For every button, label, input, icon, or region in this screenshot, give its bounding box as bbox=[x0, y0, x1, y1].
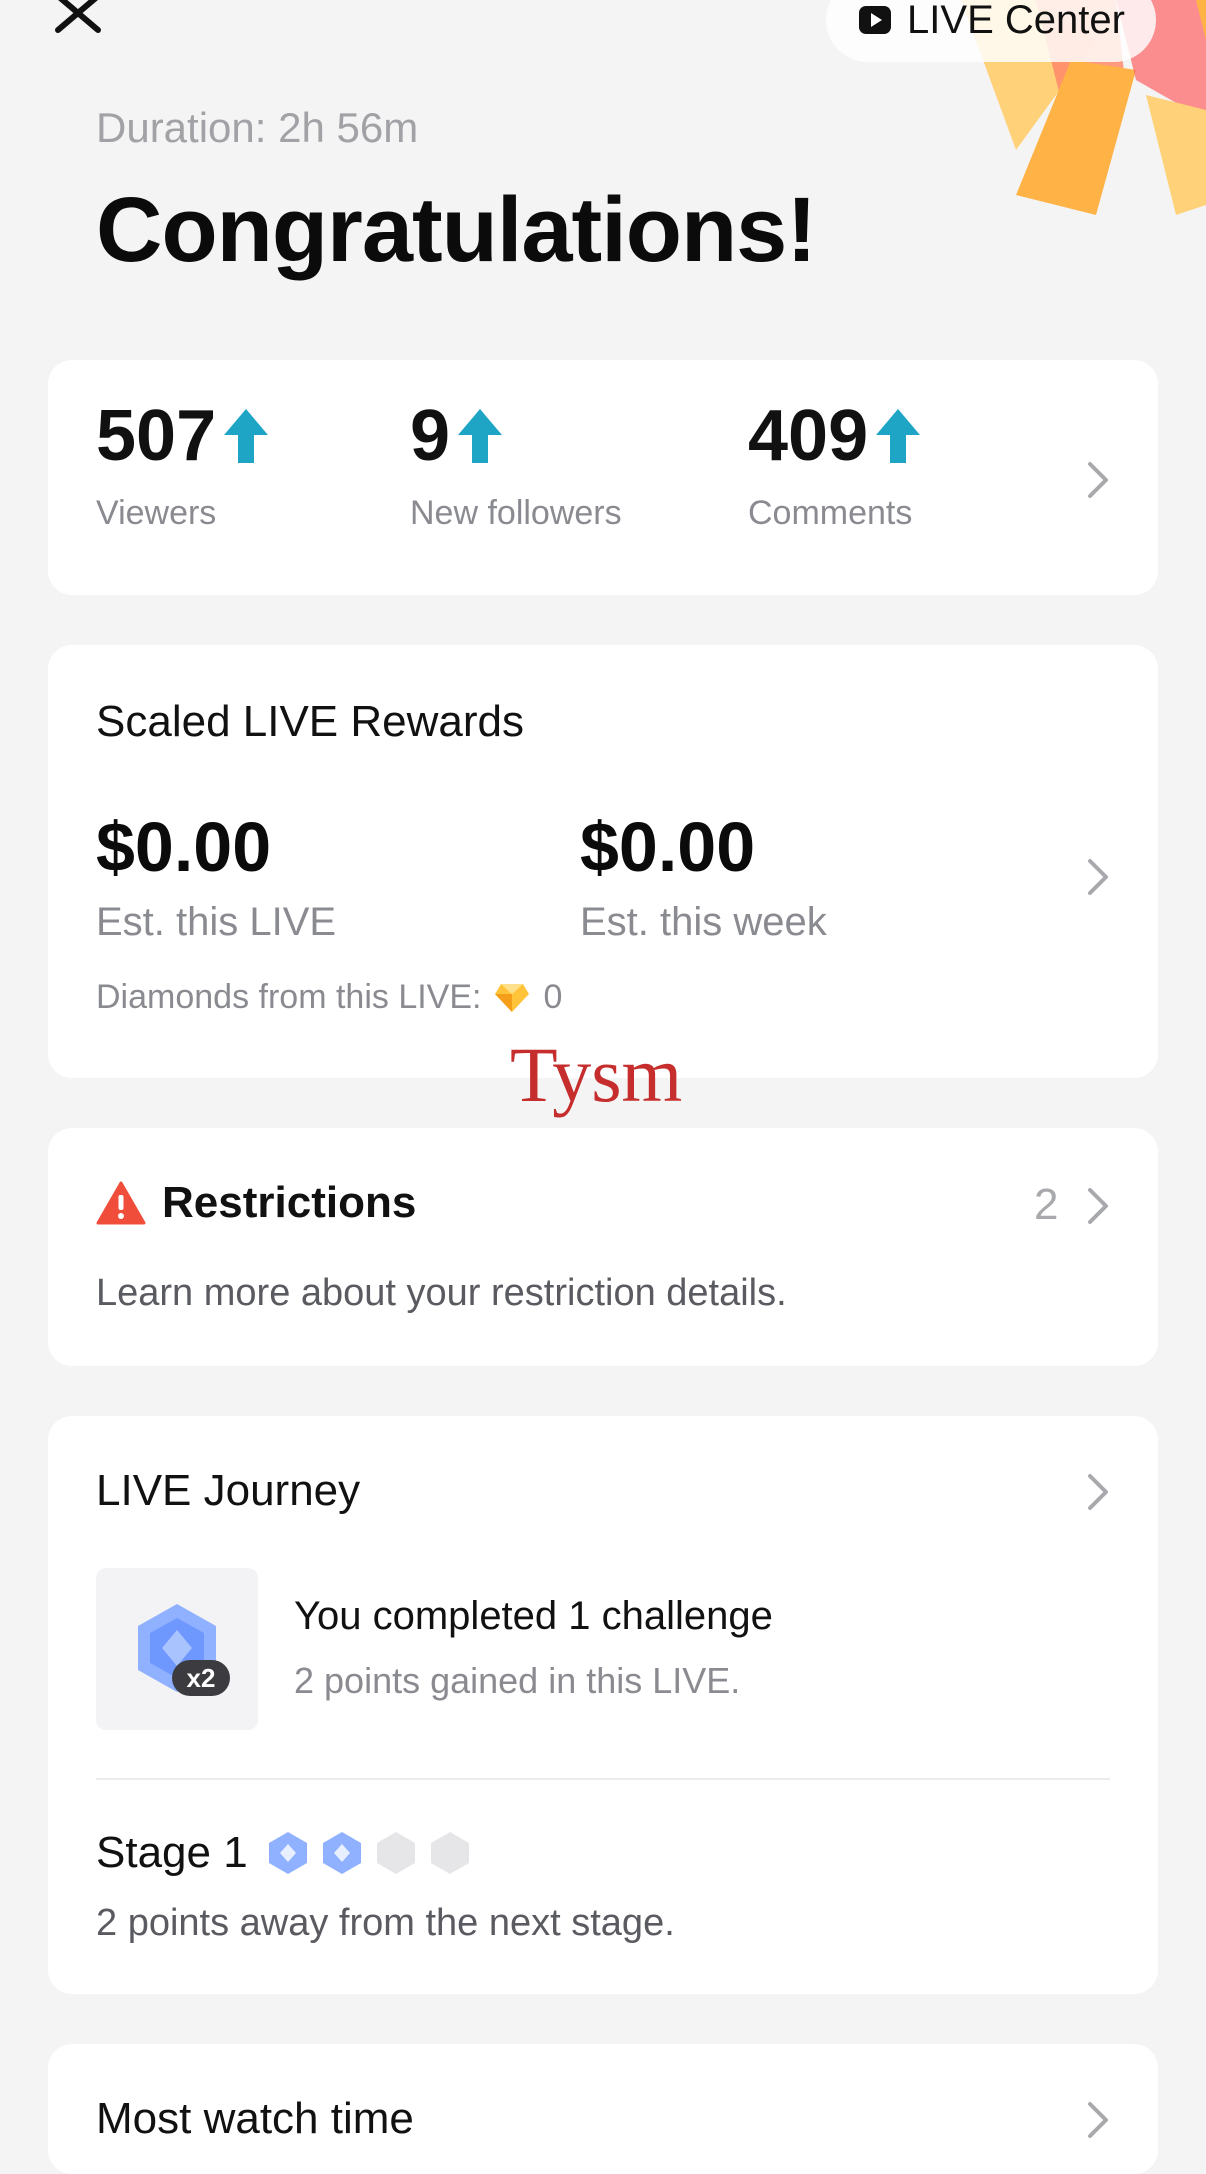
challenge-badge: x2 bbox=[96, 1568, 258, 1730]
diamond-icon bbox=[495, 983, 530, 1012]
rewards-live-value: $0.00 bbox=[96, 808, 272, 886]
restrictions-description: Learn more about your restriction detail… bbox=[96, 1272, 787, 1314]
live-play-icon bbox=[859, 6, 892, 34]
stat-comments: 409 Comments bbox=[748, 400, 922, 533]
viewers-label: Viewers bbox=[96, 494, 217, 532]
stage-hexagon-empty-icon bbox=[376, 1832, 415, 1874]
up-arrow-icon bbox=[458, 409, 503, 463]
followers-value: 9 bbox=[410, 396, 451, 476]
journey-title: LIVE Journey bbox=[96, 1466, 361, 1515]
live-center-button[interactable]: LIVE Center bbox=[826, 0, 1156, 62]
live-journey-card[interactable]: LIVE Journey x2 You completed 1 challeng… bbox=[48, 1416, 1158, 1994]
stage-label: Stage 1 bbox=[96, 1828, 248, 1877]
chevron-right-icon bbox=[1088, 1474, 1108, 1510]
challenge-sub: 2 points gained in this LIVE. bbox=[294, 1660, 741, 1701]
divider bbox=[96, 1778, 1110, 1780]
page-title: Congratulations! bbox=[96, 179, 817, 281]
watch-time-title: Most watch time bbox=[96, 2094, 414, 2143]
chevron-right-icon bbox=[1088, 1188, 1108, 1224]
chevron-right-icon bbox=[1088, 2102, 1108, 2138]
diamonds-label: Diamonds from this LIVE: bbox=[96, 978, 482, 1016]
restrictions-card[interactable]: Restrictions 2 Learn more about your res… bbox=[48, 1128, 1158, 1366]
stat-new-followers: 9 New followers bbox=[410, 400, 622, 533]
diamonds-row: Diamonds from this LIVE: 0 bbox=[96, 978, 562, 1017]
viewers-value: 507 bbox=[96, 396, 217, 476]
stage-hexagon-filled-icon bbox=[268, 1832, 307, 1874]
stats-card[interactable]: 507 Viewers 9 New followers 409 Comments bbox=[48, 360, 1158, 595]
up-arrow-icon bbox=[876, 409, 921, 463]
live-center-label: LIVE Center bbox=[907, 0, 1125, 42]
rewards-title: Scaled LIVE Rewards bbox=[96, 697, 524, 746]
stage-hexagon-empty-icon bbox=[430, 1832, 469, 1874]
restrictions-title: Restrictions bbox=[162, 1178, 417, 1227]
stat-viewers: 507 Viewers bbox=[96, 400, 270, 533]
rewards-card[interactable]: Scaled LIVE Rewards $0.00 Est. this LIVE… bbox=[48, 645, 1158, 1078]
comments-value: 409 bbox=[748, 396, 869, 476]
diamonds-value: 0 bbox=[543, 978, 563, 1016]
stage-sub: 2 points away from the next stage. bbox=[96, 1902, 675, 1944]
rewards-week-value: $0.00 bbox=[580, 808, 756, 886]
stage-hexagon-filled-icon bbox=[322, 1832, 361, 1874]
close-button[interactable] bbox=[48, 0, 112, 50]
comments-label: Comments bbox=[748, 494, 913, 532]
close-icon bbox=[55, 0, 101, 33]
chevron-right-icon bbox=[1088, 462, 1108, 498]
chevron-right-icon bbox=[1088, 859, 1108, 895]
badge-multiplier: x2 bbox=[172, 1660, 230, 1696]
challenge-title: You completed 1 challenge bbox=[294, 1594, 773, 1638]
warning-icon bbox=[96, 1181, 146, 1225]
watch-time-card[interactable]: Most watch time bbox=[48, 2044, 1158, 2174]
overlay-text: Tysm bbox=[510, 1031, 683, 1118]
rewards-week-label: Est. this week bbox=[580, 900, 827, 944]
rewards-live-label: Est. this LIVE bbox=[96, 900, 337, 944]
duration-text: Duration: 2h 56m bbox=[96, 104, 419, 151]
followers-label: New followers bbox=[410, 494, 622, 532]
up-arrow-icon bbox=[224, 409, 269, 463]
restrictions-count: 2 bbox=[1034, 1180, 1059, 1229]
stage-row: Stage 1 bbox=[96, 1828, 472, 1878]
